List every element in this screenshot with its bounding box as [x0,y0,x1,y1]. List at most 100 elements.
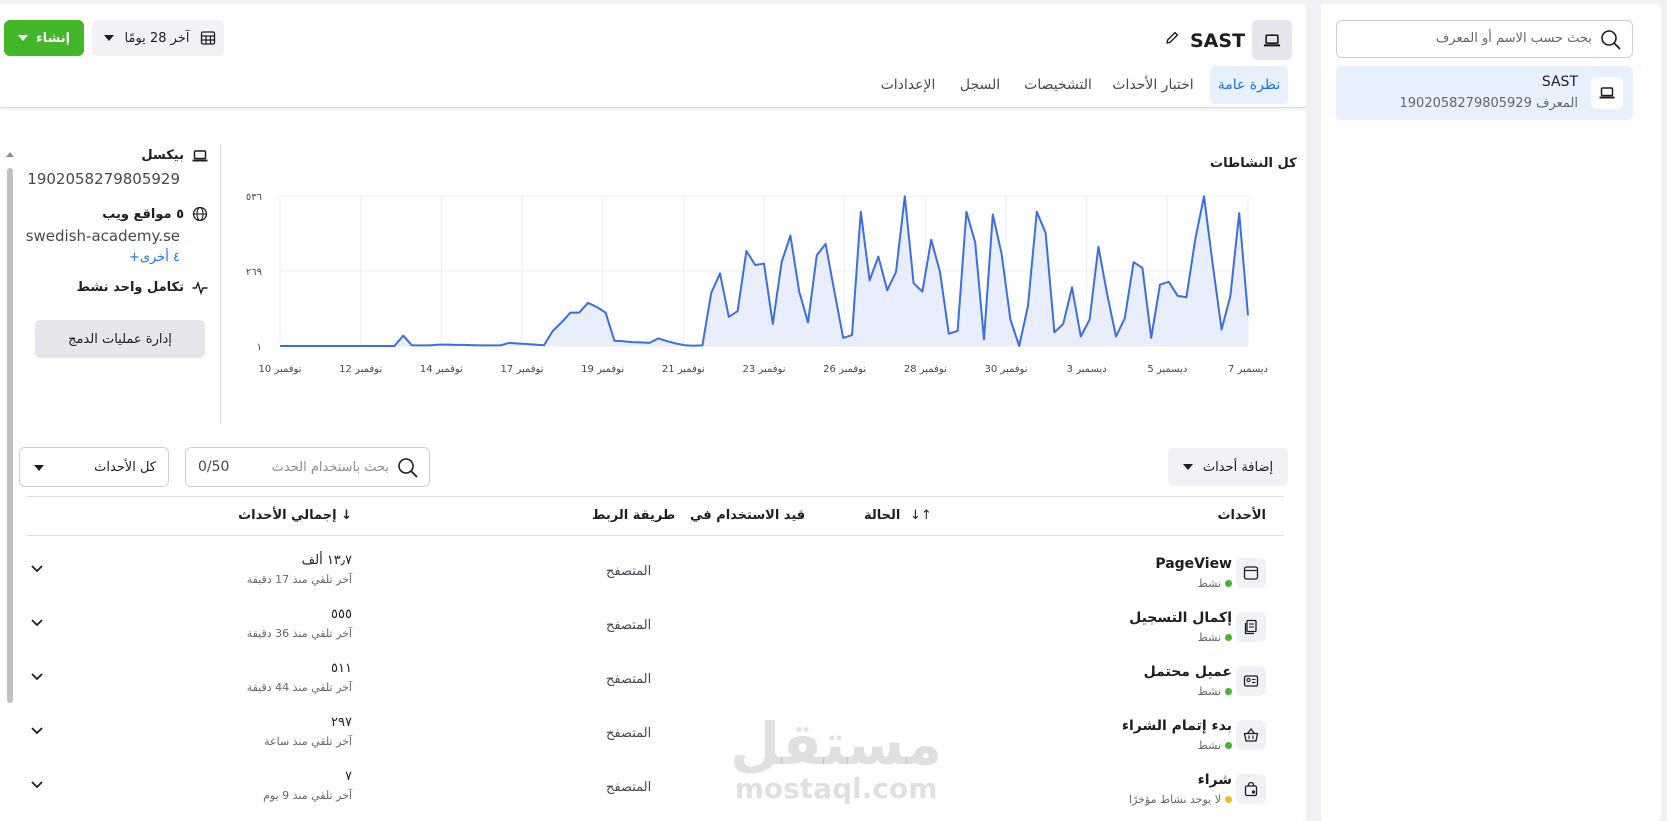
chevron-down-icon[interactable] [30,672,44,682]
header-connection-method[interactable]: طريقة الربط [592,508,675,523]
event-status: نشط [1198,577,1232,590]
event-filter-label: كل الأحداث [94,460,156,475]
chart-x-tick-label: نوفمبر 28 [904,364,947,375]
event-status: نشط [1198,739,1232,752]
event-search-placeholder: بحث باستخدام الحدث [271,460,389,475]
chart-x-tick-label: نوفمبر 14 [420,364,463,375]
header-used-in[interactable]: قيد الاستخدام في [690,508,805,523]
pencil-icon[interactable] [1164,30,1180,46]
chart-y-tick-label: ١ [257,342,262,353]
chart-title: كل النشاطات [1210,156,1297,171]
tab-overview[interactable]: نظرة عامة [1210,66,1288,104]
globe-icon [192,206,208,222]
tab-history[interactable]: السجل [955,66,1005,104]
table-row[interactable]: إكمال التسجيل نشط المتصفح ٥٥٥ آخر تلقي م… [26,600,1284,656]
chart-x-tick-label: نوفمبر 17 [501,364,544,375]
event-total: ٥١١ [331,661,352,676]
event-status: لا يوجد نشاط مؤخرًا [1129,793,1232,806]
watermark-logo: مستقل mostaql.com [730,714,942,804]
header-events[interactable]: الأحداث [1217,508,1266,523]
websites-label: ٥ مواقع ويب [102,206,184,222]
pixel-id: 1902058279805929 [27,170,180,188]
header-total-events[interactable]: إجمالي الأحداث ↓ [238,508,352,523]
chart-x-tick-label: نوفمبر 30 [985,364,1028,375]
status-dot [1225,634,1232,641]
manage-integrations-button[interactable]: إدارة عمليات الدمج [35,320,205,358]
table-header: الأحداث ↓↑ الحالة قيد الاستخدام في طريقة… [26,496,1284,536]
chevron-down-icon[interactable] [30,726,44,736]
event-filter-dropdown[interactable]: كل الأحداث [19,447,169,487]
chevron-down-icon[interactable] [30,618,44,628]
event-connection-method: المتصفح [606,618,652,633]
activity-chart: نوفمبر 10 نوفمبر 12 نوفمبر 14 نوفمبر 17 نوفم… [246,192,1268,375]
tab-settings[interactable]: الإعدادات [873,66,943,104]
tab-diagnostics[interactable]: التشخيصات [1018,66,1098,104]
event-total: ٥٥٥ [331,607,352,622]
chevron-down-icon[interactable] [30,564,44,574]
chart-x-tick-label: نوفمبر 23 [743,364,786,375]
event-search-count: 0/50 [198,459,230,475]
create-label: إنشاء [35,30,71,46]
create-button[interactable]: إنشاء [4,20,84,56]
search-icon [1601,30,1621,50]
chevron-down-icon[interactable] [30,780,44,790]
add-events-button[interactable]: إضافة أحداث [1168,448,1288,486]
event-name: شراء [1197,772,1232,788]
chart-x-tick-label: ديسمبر 5 [1147,364,1187,375]
shopping-bag-icon [1236,774,1266,804]
date-range-picker[interactable]: آخر 28 يومًا [92,20,224,56]
dataset-id: المعرف 1902058279805929 [1399,96,1579,111]
pixel-info-panel: بيكسل 1902058279805929 ٥ مواقع ويب swedi… [0,134,220,424]
event-connection-method: المتصفح [606,780,652,795]
registration-icon [1236,612,1266,642]
chevron-down-icon [34,465,44,471]
add-events-label: إضافة أحداث [1202,459,1274,475]
dataset-search-input[interactable]: بحث حسب الاسم أو المعرف [1336,20,1633,58]
chart-y-tick-label: ٢٦٩ [246,267,262,278]
more-websites-link[interactable]: +٤ أخرى [129,250,180,265]
chart-x-tick-label: نوفمبر 19 [581,364,624,375]
website-url: swedish-academy.se [25,227,180,245]
integration-label: تكامل واحد نشط [76,280,184,295]
tab-test-events[interactable]: اختبار الأحداث [1106,66,1200,104]
chart-x-tick-label: نوفمبر 26 [823,364,866,375]
event-search-input[interactable]: 0/50 بحث باستخدام الحدث [185,447,430,487]
dataset-list-item[interactable]: SAST المعرف 1902058279805929 [1336,66,1633,120]
header-status[interactable]: الحالة [864,508,900,523]
laptop-icon [192,149,208,161]
websites-row: ٥ مواقع ويب [102,206,208,222]
event-status: نشط [1198,685,1232,698]
status-dot [1225,742,1232,749]
activity-pulse-icon [192,280,208,295]
chart-x-tick-label: نوفمبر 21 [662,364,705,375]
event-status: نشط [1198,631,1232,644]
tab-bar: نظرة عامة اختبار الأحداث التشخيصات السجل… [0,66,1306,106]
table-row[interactable]: عميل محتمل نشط المتصفح ٥١١ آخر تلقي منذ … [26,654,1284,710]
chevron-down-icon [17,35,28,41]
table-row[interactable]: PageView نشط المتصفح ١٣٫٧ ألف آخر تلقي م… [26,546,1284,602]
page-header: SAST آخر 28 يومًا إنشاء نظرة عامة اختبار… [0,4,1306,108]
table-row[interactable]: بدء إتمام الشراء نشط المتصفح ٢٩٧ آخر تلق… [26,708,1284,764]
pixel-label: بيكسل [141,148,184,163]
event-last-received: آخر تلقي منذ 44 دقيقة [246,681,352,694]
event-name: بدء إتمام الشراء [1121,718,1232,734]
contact-card-icon [1236,666,1266,696]
dataset-search-placeholder: بحث حسب الاسم أو المعرف [1435,31,1592,46]
event-last-received: آخر تلقي منذ 9 يوم [263,789,352,802]
chevron-down-icon [104,35,114,41]
event-status-text: نشط [1197,685,1221,698]
search-icon [398,458,418,478]
calendar-grid-icon [200,31,216,45]
date-range-label: آخر 28 يومًا [124,30,190,46]
main-panel: SAST آخر 28 يومًا إنشاء نظرة عامة اختبار… [0,4,1306,821]
event-connection-method: المتصفح [606,726,652,741]
event-total: ٧ [345,769,352,784]
event-status-text: لا يوجد نشاط مؤخرًا [1129,793,1221,806]
status-dot [1225,688,1232,695]
column-divider [220,144,221,424]
chart-x-tick-label: نوفمبر 10 [259,364,302,375]
event-last-received: آخر تلقي منذ 17 دقيقة [246,573,352,586]
sort-arrows-icon[interactable]: ↓↑ [910,508,932,523]
table-row[interactable]: شراء لا يوجد نشاط مؤخرًا المتصفح ٧ آخر ت… [26,762,1284,818]
event-connection-method: المتصفح [606,564,652,579]
